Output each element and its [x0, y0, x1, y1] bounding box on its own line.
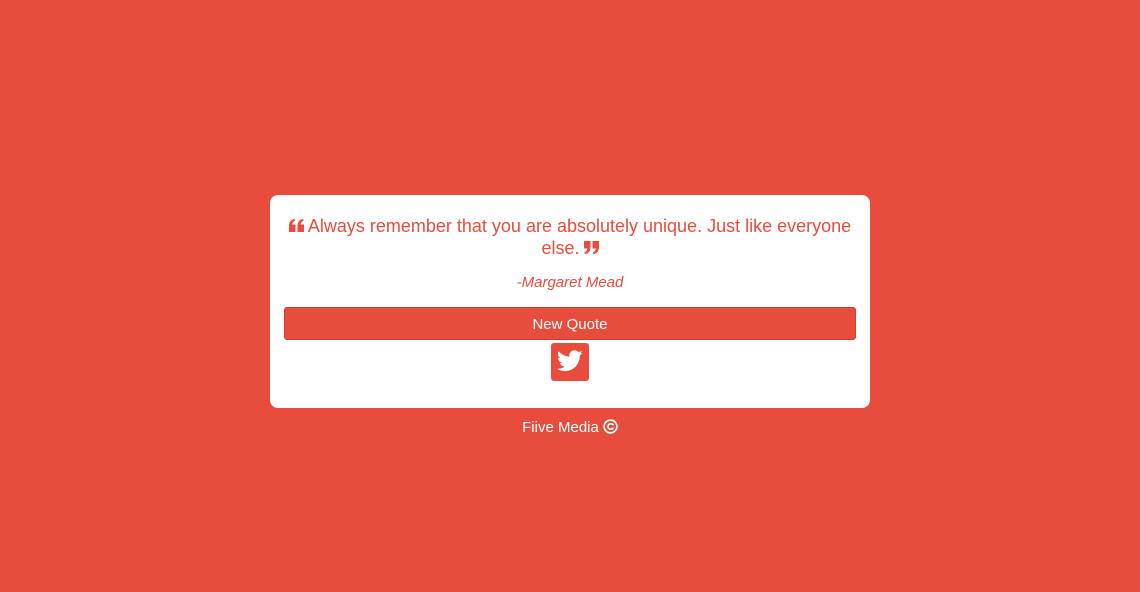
- tweet-button[interactable]: [551, 343, 589, 381]
- twitter-icon: [557, 350, 583, 372]
- quote-author: -Margaret Mead: [516, 274, 624, 291]
- copyright-icon: [603, 419, 618, 434]
- tweet-container: [284, 343, 856, 386]
- quote-left-icon: [288, 218, 304, 232]
- quote-right-icon: [583, 240, 599, 254]
- footer: Fiive Media: [0, 419, 1140, 436]
- quote-text: Always remember that you are absolutely …: [307, 216, 852, 258]
- quote-text-block: Always remember that you are absolutely …: [284, 215, 856, 259]
- footer-text: Fiive Media: [522, 419, 599, 436]
- new-quote-button[interactable]: New Quote: [284, 307, 856, 340]
- quote-card: Always remember that you are absolutely …: [270, 195, 870, 408]
